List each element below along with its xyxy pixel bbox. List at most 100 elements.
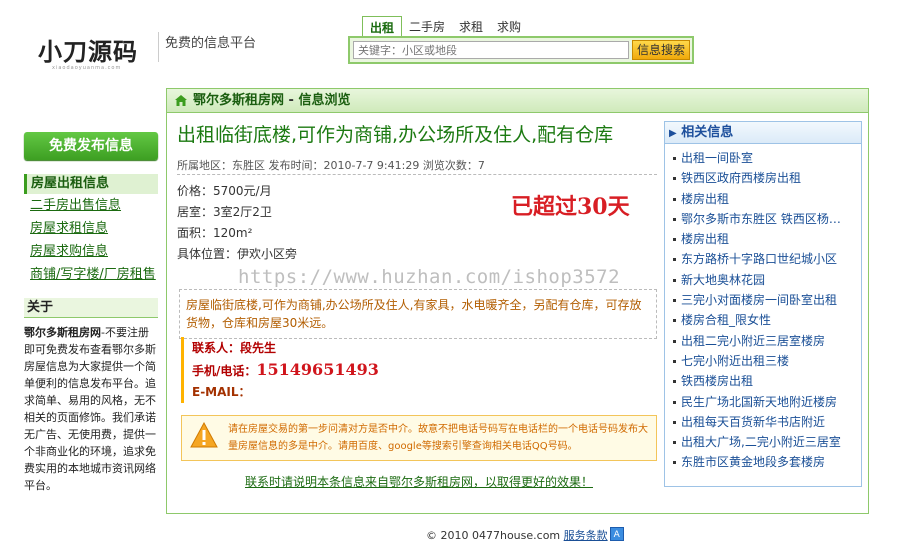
contact-block: 联系人：段先生 手机/电话：15149651493 E-MAIL： <box>181 337 657 403</box>
warning-text: 请在房屋交易的第一步问清对方是否中介。故意不把电话号码写在电话栏的一个电话号码发… <box>228 424 648 452</box>
related-item[interactable]: 鄂尔多斯市东胜区 铁西区杨家渠村 <box>673 209 849 229</box>
related-item[interactable]: 出租一间卧室 <box>673 148 849 168</box>
related-item-label[interactable]: 东方路桥十字路口世纪城小区 <box>681 252 837 266</box>
related-item-label[interactable]: 出租每天百货新华书店附近 <box>681 415 825 429</box>
related-info-box: ▶ 相关信息 出租一间卧室 铁西区政府西楼房出租 楼房出租 鄂尔多斯市东胜区 铁… <box>664 121 862 487</box>
about-site-name: 鄂尔多斯租房网 <box>24 326 101 339</box>
listing-title: 出租临街底楼,可作为商铺,办公场所及住人,配有仓库 <box>177 124 614 146</box>
related-item-label[interactable]: 楼房出租 <box>681 232 729 246</box>
menu-item-commercial[interactable]: 商铺/写字楼/厂房租售 <box>24 263 158 286</box>
related-item-label[interactable]: 铁西区政府西楼房出租 <box>681 171 801 185</box>
related-item[interactable]: 出租每天百货新华书店附近 <box>673 412 849 432</box>
bullet-icon <box>673 420 676 424</box>
menu-item-want-buy[interactable]: 房屋求购信息 <box>24 240 158 263</box>
triangle-icon: ▶ <box>669 128 677 139</box>
contact-label: 联系人： <box>192 341 241 355</box>
terms-link[interactable]: 服务条款 <box>564 529 608 542</box>
listing-location: 具体位置：伊欢小区旁 <box>177 247 298 261</box>
contact-phone-row: 手机/电话：15149651493 <box>192 359 657 381</box>
about-body: -不要注册即可免费发布查看鄂尔多斯房屋信息为大家提供一个简单便利的信息发布平台。… <box>24 326 156 492</box>
related-item-label[interactable]: 出租大广场,二完小附近三居室 <box>681 435 841 449</box>
about-title: 关于 <box>24 298 158 318</box>
related-item[interactable]: 出租二完小附近三居室楼房 <box>673 331 849 351</box>
related-item[interactable]: 七完小附近出租三楼 <box>673 351 849 371</box>
related-item[interactable]: 楼房合租_限女性 <box>673 310 849 330</box>
related-item[interactable]: 民生广场北国新天地附近楼房 <box>673 392 849 412</box>
bullet-icon <box>673 217 676 221</box>
related-item[interactable]: 出租大广场,二完小附近三居室 <box>673 432 849 452</box>
bullet-icon <box>673 278 676 282</box>
search-tabs: 出租 二手房 求租 求购 <box>362 16 528 38</box>
logo-text: 小刀源码 <box>38 37 138 66</box>
menu-item-rental[interactable]: 房屋出租信息 <box>24 174 158 194</box>
email-label: E-MAIL： <box>192 385 251 399</box>
source-note-link[interactable]: 联系时请说明本条信息来自鄂尔多斯租房网，以取得更好的效果！ <box>181 473 657 490</box>
contact-person-row: 联系人：段先生 <box>192 337 657 359</box>
search-tab-rent[interactable]: 出租 <box>362 16 403 38</box>
bullet-icon <box>673 177 676 181</box>
breadcrumb-site[interactable]: 鄂尔多斯租房网 <box>193 93 284 108</box>
related-item-label[interactable]: 三完小对面楼房一间卧室出租 <box>681 293 837 307</box>
main-panel: 鄂尔多斯租房网 - 信息浏览 出租临街底楼,可作为商铺,办公场所及住人,配有仓库… <box>166 88 869 514</box>
home-icon <box>175 95 187 106</box>
search-tab-secondhand[interactable]: 二手房 <box>402 16 452 38</box>
related-item[interactable]: 铁西区政府西楼房出租 <box>673 168 849 188</box>
warning-icon <box>190 422 218 448</box>
related-item[interactable]: 三完小对面楼房一间卧室出租 <box>673 290 849 310</box>
post-info-button[interactable]: 免费发布信息 <box>24 132 158 160</box>
bullet-icon <box>673 359 676 363</box>
related-item-label[interactable]: 楼房合租_限女性 <box>681 313 771 327</box>
bullet-icon <box>673 339 676 343</box>
related-item[interactable]: 楼房出租 <box>673 189 849 209</box>
bullet-icon <box>673 299 676 303</box>
agent-warning: 请在房屋交易的第一步问清对方是否中介。故意不把电话号码写在电话栏的一个电话号码发… <box>181 415 657 461</box>
related-item-label[interactable]: 铁西楼房出租 <box>681 374 753 388</box>
site-logo[interactable]: 小刀源码 xiaodaoyuanma.com <box>38 32 148 72</box>
search-tab-want-rent[interactable]: 求租 <box>452 16 490 38</box>
related-item-label[interactable]: 七完小附近出租三楼 <box>681 354 789 368</box>
breadcrumb-section: 信息浏览 <box>298 93 351 108</box>
back-to-top-icon[interactable]: A <box>609 527 624 541</box>
bullet-icon <box>673 238 676 242</box>
menu-item-secondhand-sale[interactable]: 二手房出售信息 <box>24 194 158 217</box>
contact-name: 段先生 <box>240 341 277 355</box>
related-item-label[interactable]: 鄂尔多斯市东胜区 铁西区杨家渠村 <box>681 212 849 226</box>
bullet-icon <box>673 197 676 201</box>
related-item-label[interactable]: 出租一间卧室 <box>681 151 753 165</box>
related-item-label[interactable]: 楼房出租 <box>681 192 729 206</box>
search-tab-want-buy[interactable]: 求购 <box>490 16 528 38</box>
about-text: 鄂尔多斯租房网-不要注册即可免费发布查看鄂尔多斯房屋信息为大家提供一个简单便利的… <box>24 324 158 494</box>
panel-breadcrumb: 鄂尔多斯租房网 - 信息浏览 <box>167 89 868 113</box>
phone-number: 15149651493 <box>256 360 379 379</box>
related-item[interactable]: 新大地奥林花园 <box>673 270 849 290</box>
bullet-icon <box>673 461 676 465</box>
menu-item-want-rent[interactable]: 房屋求租信息 <box>24 217 158 240</box>
related-title: ▶ 相关信息 <box>665 122 861 144</box>
search-box: 信息搜索 <box>348 36 694 64</box>
contact-email-row: E-MAIL： <box>192 381 657 403</box>
related-item[interactable]: 东方路桥十字路口世纪城小区 <box>673 249 849 269</box>
category-menu: 房屋出租信息 二手房出售信息 房屋求租信息 房屋求购信息 商铺/写字楼/厂房租售 <box>24 174 158 286</box>
bullet-icon <box>673 441 676 445</box>
breadcrumb-separator: - <box>284 93 299 108</box>
bullet-icon <box>673 258 676 262</box>
related-title-text: 相关信息 <box>681 125 734 140</box>
listing-meta: 所属地区：东胜区 发布时间：2010-7-7 9:41:29 浏览次数：7 <box>177 157 657 175</box>
search-input[interactable] <box>353 41 629 59</box>
expired-stamp: 已超过30天 <box>511 194 630 220</box>
listing-area: 面积：120m² <box>177 226 253 240</box>
site-slogan: 免费的信息平台 <box>158 32 256 62</box>
related-item-label[interactable]: 民生广场北国新天地附近楼房 <box>681 395 837 409</box>
bullet-icon <box>673 380 676 384</box>
search-button[interactable]: 信息搜索 <box>632 40 690 60</box>
listing-detail: 出租临街底楼,可作为商铺,办公场所及住人,配有仓库 所属地区：东胜区 发布时间：… <box>177 121 657 265</box>
bullet-icon <box>673 400 676 404</box>
related-item-label[interactable]: 新大地奥林花园 <box>681 273 765 287</box>
related-item-label[interactable]: 东胜市区黄金地段多套楼房 <box>681 455 825 469</box>
related-item[interactable]: 东胜市区黄金地段多套楼房 <box>673 452 849 472</box>
related-item[interactable]: 铁西楼房出租 <box>673 371 849 391</box>
related-item-label[interactable]: 出租二完小附近三居室楼房 <box>681 334 825 348</box>
bullet-icon <box>673 319 676 323</box>
related-list: 出租一间卧室 铁西区政府西楼房出租 楼房出租 鄂尔多斯市东胜区 铁西区杨家渠村 … <box>665 144 861 473</box>
related-item[interactable]: 楼房出租 <box>673 229 849 249</box>
